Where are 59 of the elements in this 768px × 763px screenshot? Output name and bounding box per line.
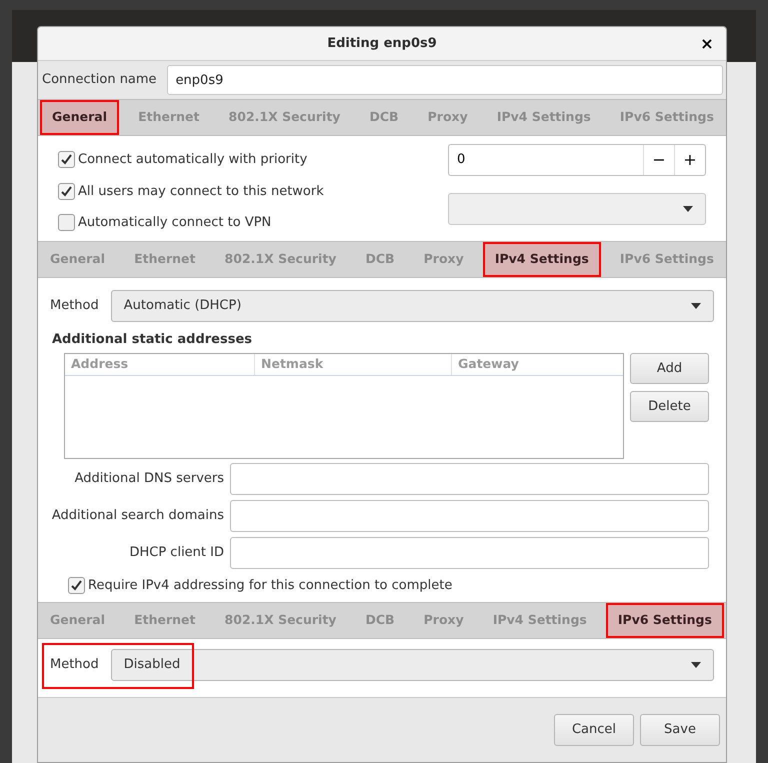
tab[interactable]: IPv6 Settings xyxy=(610,242,724,276)
priority-spinner[interactable]: 0 − + xyxy=(448,144,706,176)
tab[interactable]: DCB xyxy=(360,100,409,135)
tab[interactable]: General xyxy=(40,602,115,638)
tab[interactable]: IPv4 Settings xyxy=(482,242,601,276)
field-label: Additional DNS servers xyxy=(74,470,224,488)
priority-value: 0 xyxy=(456,151,466,170)
tab[interactable]: 802.1X Security xyxy=(214,602,346,638)
dialog-button[interactable]: Save xyxy=(640,714,720,746)
checkbox-label: All users may connect to this network xyxy=(78,182,324,200)
checkbox-label: Automatically connect to VPN xyxy=(78,214,272,232)
tab[interactable]: General xyxy=(40,242,115,276)
tab[interactable]: IPv6 Settings xyxy=(606,602,724,638)
method-dropdown[interactable]: Automatic (DHCP) xyxy=(110,290,714,322)
tab[interactable]: Proxy xyxy=(418,100,478,135)
tab[interactable]: IPv4 Settings xyxy=(482,602,597,638)
checkbox[interactable] xyxy=(68,577,85,594)
checkbox[interactable] xyxy=(58,182,75,200)
close-button[interactable]: × xyxy=(696,33,718,55)
section-title: Additional static addresses xyxy=(51,330,254,348)
dropdown-caret-icon xyxy=(683,206,693,212)
column-header: Address xyxy=(65,354,255,375)
checkbox[interactable] xyxy=(58,214,75,232)
dialog-button[interactable]: Cancel xyxy=(554,714,634,746)
dialog-title: Editing enp0s9 xyxy=(327,34,437,53)
tab[interactable]: General xyxy=(40,100,119,135)
field-label: DHCP client ID xyxy=(128,544,224,562)
connection-name-field[interactable]: enp0s9 xyxy=(166,65,723,95)
text-field[interactable] xyxy=(230,463,709,495)
tab[interactable]: Ethernet xyxy=(124,242,206,276)
table-action-button[interactable]: Add xyxy=(630,353,709,384)
tab[interactable]: IPv6 Settings xyxy=(610,100,724,135)
method-label: Method xyxy=(50,296,99,315)
vpn-dropdown[interactable] xyxy=(448,193,706,225)
dropdown-caret-icon xyxy=(691,302,701,308)
tab[interactable]: 802.1X Security xyxy=(218,100,350,135)
tab[interactable]: DCB xyxy=(356,242,405,276)
checkbox-label: Connect automatically with priority xyxy=(78,151,308,169)
decrement-button[interactable]: − xyxy=(643,145,674,175)
text-field[interactable] xyxy=(230,500,709,532)
tab[interactable]: Proxy xyxy=(414,602,474,638)
column-header: Gateway xyxy=(457,355,520,374)
tab[interactable]: DCB xyxy=(356,602,405,638)
checkbox[interactable] xyxy=(58,151,75,168)
text-field[interactable] xyxy=(230,537,709,569)
tab[interactable]: IPv4 Settings xyxy=(486,100,601,135)
field-label: Additional search domains xyxy=(50,507,224,526)
method-dropdown[interactable]: Disabled xyxy=(110,648,714,680)
tab[interactable]: 802.1X Security xyxy=(214,242,346,276)
dropdown-caret-icon xyxy=(691,662,701,668)
checkbox-label: Require IPv4 addressing for this connection to complete xyxy=(88,577,452,595)
tab[interactable]: Ethernet xyxy=(124,602,206,638)
tab[interactable]: Ethernet xyxy=(128,100,210,135)
field-label: Connection name xyxy=(41,71,157,90)
increment-button[interactable]: + xyxy=(674,145,705,175)
table-action-button[interactable]: Delete xyxy=(630,391,709,422)
tab[interactable]: Proxy xyxy=(414,242,474,276)
method-label: Method xyxy=(50,656,99,674)
column-header: Netmask xyxy=(255,354,452,375)
